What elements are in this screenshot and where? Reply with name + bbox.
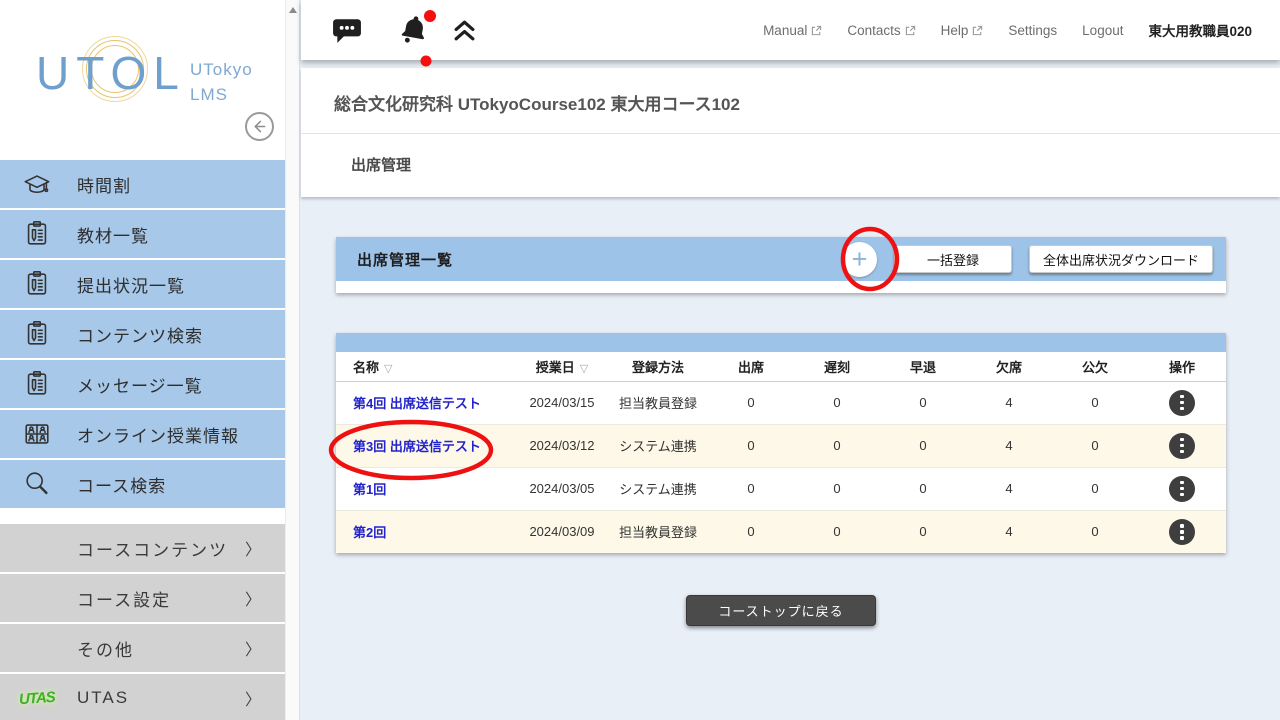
attendance-item-link[interactable]: 第4回 出席送信テスト <box>353 396 481 411</box>
row-actions-menu-button[interactable] <box>1169 519 1195 545</box>
column-header-name[interactable]: 名称▽ <box>336 352 516 381</box>
arrow-left-icon <box>251 118 268 135</box>
sort-icon: ▽ <box>580 363 588 375</box>
video-grid-icon <box>21 418 53 450</box>
clipboard-icon <box>21 368 53 400</box>
sidebar-item-content-search[interactable]: コンテンツ検索 <box>0 310 285 358</box>
table-top-strip <box>336 333 1226 352</box>
sidebar-item-submission-status[interactable]: 提出状況一覧 <box>0 260 285 308</box>
download-all-attendance-button[interactable]: 全体出席状況ダウンロード <box>1029 245 1213 273</box>
chevron-right-icon: 〉 <box>245 536 261 560</box>
page-title: 出席管理 <box>301 134 1280 175</box>
course-title: 総合文化研究科 UTokyoCourse102 東大用コース102 <box>301 68 1280 134</box>
clipboard-icon <box>21 318 53 350</box>
row-actions-menu-button[interactable] <box>1169 476 1195 502</box>
external-link-icon <box>972 25 983 36</box>
sidebar-item-course-search[interactable]: コース検索 <box>0 460 285 508</box>
attendance-item-link[interactable]: 第2回 <box>353 525 386 540</box>
collapse-up-icon[interactable] <box>452 19 477 42</box>
table-row: 第2回 2024/03/09 担当教員登録 0 0 0 4 0 <box>336 510 1226 553</box>
sidebar-item-online-class-info[interactable]: オンライン授業情報 <box>0 410 285 458</box>
nav-logout-link[interactable]: Logout <box>1082 23 1123 38</box>
attendance-list-card: 出席管理一覧 + 一括登録 全体出席状況ダウンロード <box>336 237 1226 293</box>
scroll-up-icon[interactable] <box>289 7 297 13</box>
attendance-table: 名称▽ 授業日▽ 登録方法 出席 遅刻 早退 欠席 公欠 操作 第4回 出席送信… <box>336 352 1226 553</box>
column-header-attendance: 出席 <box>708 352 794 381</box>
nav-contacts-link[interactable]: Contacts <box>847 23 915 38</box>
add-attendance-button[interactable]: + <box>842 242 877 277</box>
magnifier-icon <box>21 468 53 500</box>
column-header-absent: 欠席 <box>966 352 1052 381</box>
bell-icon[interactable] <box>397 13 431 47</box>
column-header-actions: 操作 <box>1138 352 1226 381</box>
attendance-item-link[interactable]: 第1回 <box>353 482 386 497</box>
topbar-nav: Manual Contacts Help Settings Logout 東大用… <box>763 20 1280 40</box>
sidebar-item-others[interactable]: その他 〉 <box>0 624 285 672</box>
page-header-panel: 総合文化研究科 UTokyoCourse102 東大用コース102 出席管理 <box>301 68 1280 197</box>
sidebar-item-utas[interactable]: UTAS UTAS 〉 <box>0 674 285 720</box>
table-row: 第3回 出席送信テスト 2024/03/12 システム連携 0 0 0 4 0 <box>336 424 1226 467</box>
sidebar-collapse-button[interactable] <box>245 112 274 141</box>
attendance-list-title: 出席管理一覧 <box>357 249 453 270</box>
sidebar-scrollbar[interactable] <box>285 0 300 720</box>
main-area: Manual Contacts Help Settings Logout 東大用… <box>301 0 1280 720</box>
sidebar-item-materials[interactable]: 教材一覧 <box>0 210 285 258</box>
topbar: Manual Contacts Help Settings Logout 東大用… <box>301 0 1280 60</box>
row-actions-menu-button[interactable] <box>1169 390 1195 416</box>
back-to-course-top-button[interactable]: コーストップに戻る <box>686 595 876 626</box>
chevron-right-icon: 〉 <box>245 636 261 660</box>
sidebar-item-course-contents[interactable]: コースコンテンツ 〉 <box>0 524 285 572</box>
column-header-late: 遅刻 <box>794 352 880 381</box>
attendance-item-link[interactable]: 第3回 出席送信テスト <box>353 439 481 454</box>
sidebar-item-timetable[interactable]: 時間割 <box>0 160 285 208</box>
chevron-right-icon: 〉 <box>245 586 261 610</box>
chevron-right-icon: 〉 <box>245 686 261 710</box>
external-link-icon <box>905 25 916 36</box>
sort-icon: ▽ <box>384 363 392 375</box>
table-row: 第1回 2024/03/05 システム連携 0 0 0 4 0 <box>336 467 1226 510</box>
attendance-table-card: 名称▽ 授業日▽ 登録方法 出席 遅刻 早退 欠席 公欠 操作 第4回 出席送信… <box>336 333 1226 553</box>
attendance-list-header: 出席管理一覧 + 一括登録 全体出席状況ダウンロード <box>336 237 1226 281</box>
app-logo: UTOL <box>36 46 186 100</box>
external-link-icon <box>811 25 822 36</box>
attendance-list-card-body <box>336 281 1226 293</box>
table-row: 第4回 出席送信テスト 2024/03/15 担当教員登録 0 0 0 4 0 <box>336 381 1226 424</box>
app-logo-subtitle: UTokyo LMS <box>190 58 253 107</box>
table-header-row: 名称▽ 授業日▽ 登録方法 出席 遅刻 早退 欠席 公欠 操作 <box>336 352 1226 381</box>
graduation-cap-icon <box>21 168 53 200</box>
chat-icon[interactable] <box>332 16 362 44</box>
column-header-excused: 公欠 <box>1052 352 1138 381</box>
sidebar-item-course-settings[interactable]: コース設定 〉 <box>0 574 285 622</box>
sidebar-divider <box>0 510 285 524</box>
clipboard-icon <box>21 268 53 300</box>
clipboard-icon <box>21 218 53 250</box>
column-header-early-leave: 早退 <box>880 352 966 381</box>
notification-dot <box>424 10 436 22</box>
nav-settings-link[interactable]: Settings <box>1008 23 1057 38</box>
logo-area: UTOL UTokyo LMS <box>0 0 285 160</box>
nav-manual-link[interactable]: Manual <box>763 23 822 38</box>
sidebar-main-menu: 時間割 教材一覧 提出状況一覧 コンテンツ検索 メッセージ一覧 <box>0 160 285 720</box>
username-label: 東大用教職員020 <box>1148 20 1252 40</box>
row-actions-menu-button[interactable] <box>1169 433 1195 459</box>
utas-logo-icon: UTAS <box>21 682 53 714</box>
bulk-register-button[interactable]: 一括登録 <box>894 245 1012 273</box>
nav-help-link[interactable]: Help <box>941 23 984 38</box>
sidebar: UTOL UTokyo LMS 時間割 教材一覧 提出状況一覧 <box>0 0 285 720</box>
column-header-date[interactable]: 授業日▽ <box>516 352 608 381</box>
sidebar-item-messages[interactable]: メッセージ一覧 <box>0 360 285 408</box>
column-header-method: 登録方法 <box>608 352 708 381</box>
